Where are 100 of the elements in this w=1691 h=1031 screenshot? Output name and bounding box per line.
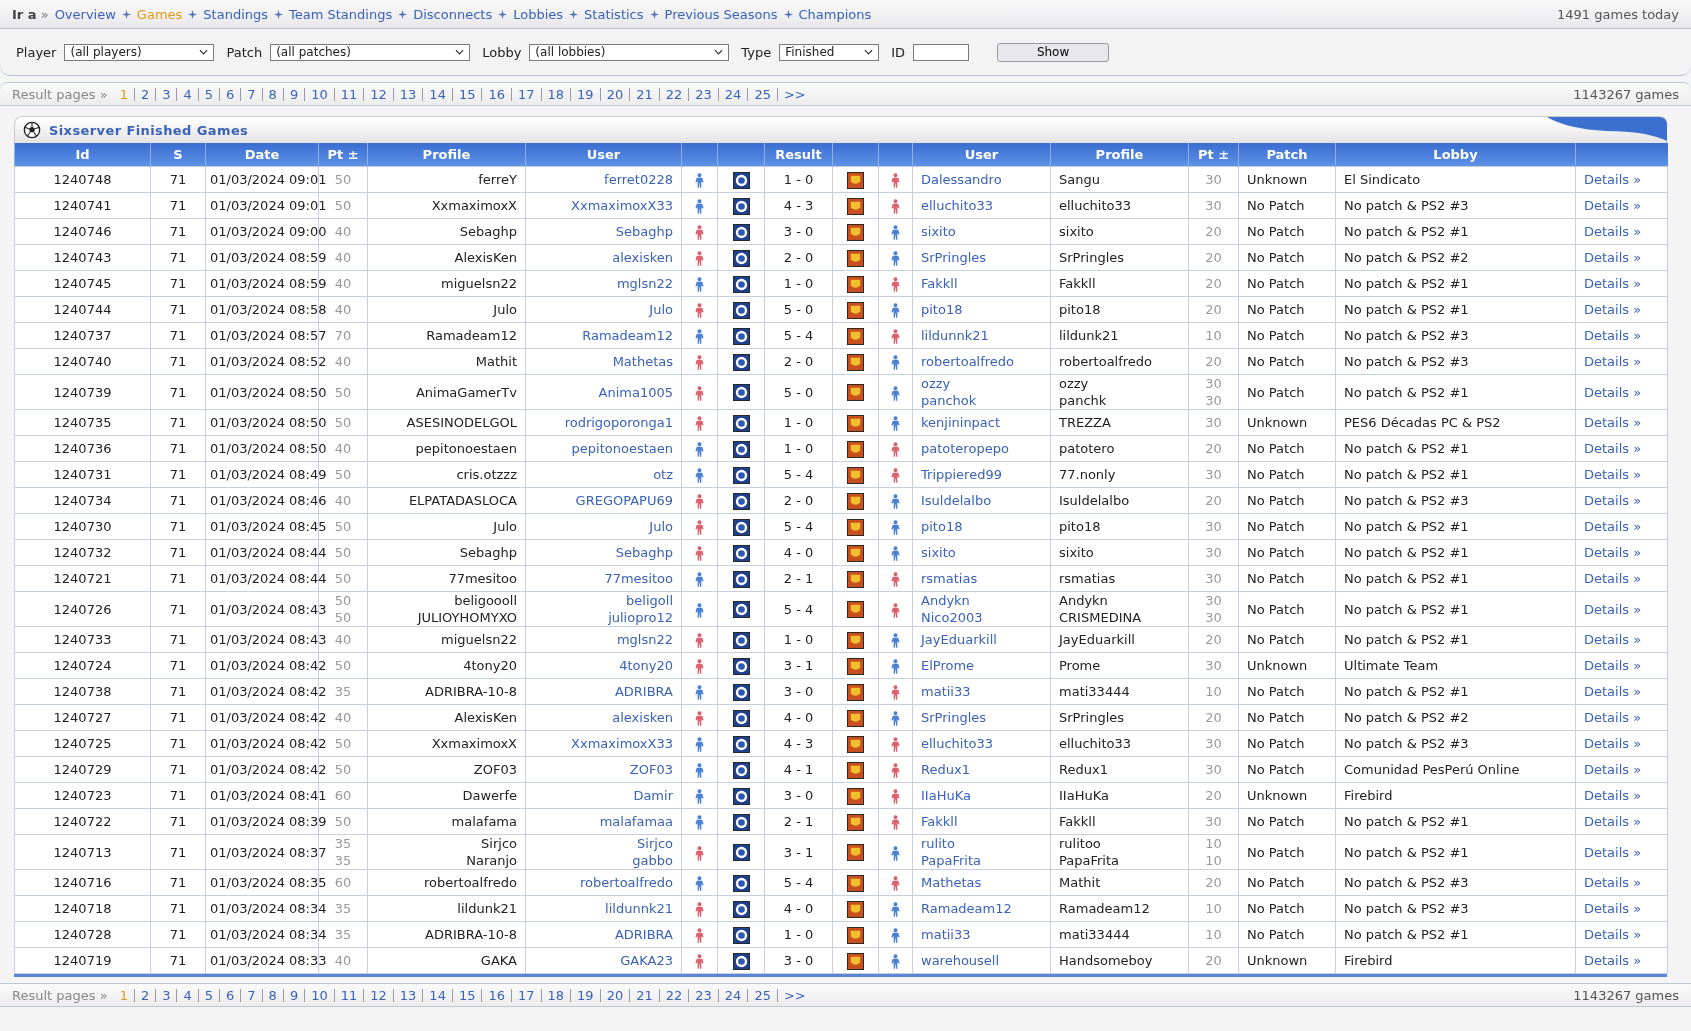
user-link[interactable]: pito18: [921, 519, 963, 534]
page-link[interactable]: 14: [422, 988, 452, 1002]
page-link[interactable]: 17: [511, 87, 541, 101]
profile-name: cris.otzzz: [455, 466, 517, 483]
filter-select[interactable]: (all patches): [270, 43, 471, 61]
nav-link[interactable]: Previous Seasons: [664, 6, 778, 22]
user-link[interactable]: pito18: [921, 302, 963, 317]
page-link[interactable]: 18: [540, 988, 571, 1002]
page-link[interactable]: 4: [176, 988, 198, 1002]
page-link[interactable]: 16: [481, 988, 511, 1002]
page-link[interactable]: 21: [629, 87, 659, 101]
user-link[interactable]: ozzy: [921, 376, 951, 391]
page-link[interactable]: >>: [776, 988, 812, 1002]
page-link[interactable]: 20: [599, 988, 630, 1002]
page-link[interactable]: 18: [540, 87, 571, 101]
page-link[interactable]: 12: [363, 87, 393, 101]
page-link[interactable]: 8: [261, 87, 283, 101]
page-link[interactable]: 3: [155, 988, 177, 1002]
user-link[interactable]: gabbo: [632, 853, 673, 868]
page-link[interactable]: 6: [219, 87, 241, 101]
page-link[interactable]: 22: [658, 988, 689, 1002]
page-link[interactable]: 13: [392, 87, 423, 101]
page-link[interactable]: 21: [629, 988, 659, 1002]
page-link[interactable]: 11: [333, 87, 364, 101]
page-link[interactable]: 15: [451, 87, 482, 101]
user-link[interactable]: otz: [653, 467, 673, 482]
user-link[interactable]: Julo: [649, 519, 673, 534]
page-link[interactable]: 2: [133, 87, 156, 101]
nav-link[interactable]: Champions: [798, 6, 872, 22]
points-value: 30: [1204, 518, 1223, 535]
page-link[interactable]: 10: [304, 87, 334, 101]
nav-link[interactable]: Statistics: [584, 6, 644, 22]
page-link[interactable]: 19: [570, 87, 600, 101]
user-link[interactable]: matii33: [921, 684, 971, 699]
user-link[interactable]: Andykn: [921, 593, 970, 608]
page-link[interactable]: 13: [392, 988, 423, 1002]
lobby-name: No patch & PS2 #1: [1344, 844, 1469, 860]
page-link[interactable]: 6: [219, 988, 241, 1002]
page-link[interactable]: 4: [176, 87, 198, 101]
page-link[interactable]: >>: [776, 87, 812, 101]
user-link[interactable]: beligoll: [626, 593, 673, 608]
filter-select[interactable]: (all lobbies): [529, 43, 730, 61]
user-link[interactable]: Redux1: [921, 762, 970, 777]
page-link[interactable]: 16: [481, 87, 511, 101]
user-link[interactable]: Nico2003: [921, 610, 983, 625]
show-button[interactable]: Show: [997, 42, 1110, 62]
user-link[interactable]: juliopro12: [608, 610, 673, 625]
page-link[interactable]: 14: [422, 87, 452, 101]
user-link[interactable]: Fakkll: [921, 814, 958, 829]
id-input-field[interactable]: [913, 43, 970, 61]
page-link[interactable]: 17: [511, 988, 541, 1002]
filter-select[interactable]: Finished: [779, 43, 880, 61]
user-link[interactable]: Julo: [649, 302, 673, 317]
nav-link[interactable]: Team Standings: [289, 6, 393, 22]
user-link[interactable]: rulito: [921, 836, 955, 851]
nav-link[interactable]: Overview: [54, 6, 116, 22]
profile-name: Julo: [491, 301, 517, 318]
user-link[interactable]: 4tony20: [619, 658, 673, 673]
user-link[interactable]: IIaHuKa: [921, 788, 971, 803]
page-link[interactable]: 24: [717, 988, 748, 1002]
page-link[interactable]: 25: [747, 87, 777, 101]
page-link[interactable]: 25: [747, 988, 777, 1002]
user-link[interactable]: ZOF03: [629, 762, 673, 777]
user-link[interactable]: GAKA23: [620, 953, 673, 968]
nav-link[interactable]: Disconnects: [413, 6, 493, 22]
page-link[interactable]: 10: [304, 988, 334, 1002]
patch-name: No Patch: [1247, 632, 1305, 647]
user-link[interactable]: PapaFrita: [921, 853, 981, 868]
page-link[interactable]: 8: [261, 988, 283, 1002]
page-link[interactable]: 7: [240, 87, 262, 101]
page-link[interactable]: 5: [197, 988, 220, 1002]
page-link[interactable]: 20: [599, 87, 630, 101]
page-link[interactable]: 19: [570, 988, 600, 1002]
page-link[interactable]: 23: [688, 87, 718, 101]
profile-name: IIaHuKa: [1059, 787, 1110, 804]
user-link[interactable]: sixito: [921, 545, 956, 560]
user-link[interactable]: Damir: [633, 788, 673, 803]
page-link[interactable]: 23: [688, 988, 718, 1002]
user-link[interactable]: panchok: [921, 393, 977, 408]
page-link[interactable]: 11: [333, 988, 364, 1002]
page-link[interactable]: 7: [240, 988, 262, 1002]
points-value: 40: [333, 249, 353, 266]
nav-link[interactable]: Lobbies: [513, 6, 564, 22]
page-link[interactable]: 15: [451, 988, 482, 1002]
page-link[interactable]: 12: [363, 988, 393, 1002]
user-link[interactable]: Sirjco: [637, 836, 673, 851]
page-link[interactable]: 2: [133, 988, 156, 1002]
page-link[interactable]: 22: [658, 87, 689, 101]
user-link[interactable]: matii33: [921, 927, 971, 942]
season-number: 71: [169, 927, 187, 942]
game-date: 01/03/2024 08:59: [210, 250, 327, 265]
filter-select[interactable]: (all players): [64, 43, 215, 61]
page-link[interactable]: 9: [282, 87, 305, 101]
page-link[interactable]: 9: [282, 988, 305, 1002]
page-link[interactable]: 24: [717, 87, 748, 101]
user-link[interactable]: Fakkll: [921, 276, 958, 291]
user-link[interactable]: sixito: [921, 224, 956, 239]
page-link[interactable]: 5: [197, 87, 220, 101]
page-link[interactable]: 3: [155, 87, 177, 101]
nav-link[interactable]: Standings: [203, 6, 269, 22]
